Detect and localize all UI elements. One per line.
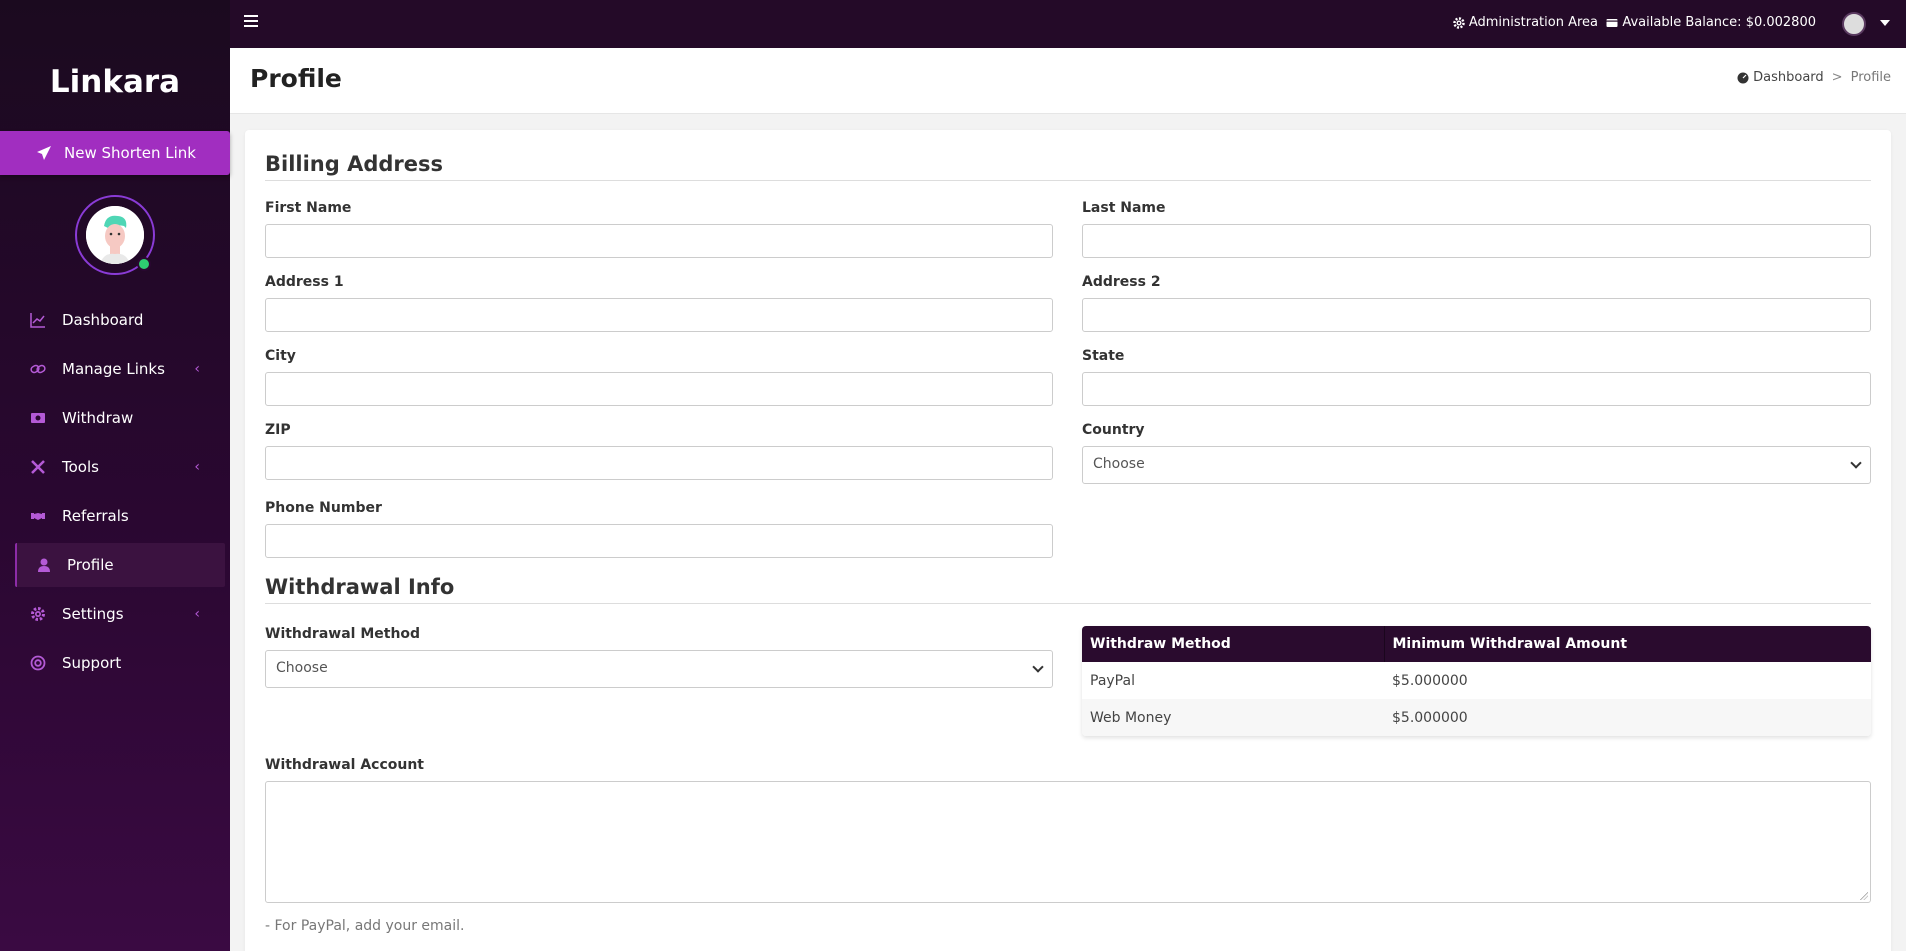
- chevron-left-icon: ‹: [194, 459, 200, 475]
- gear-icon: [1453, 16, 1465, 29]
- withdrawal-methods-table: Withdraw Method Minimum Withdrawal Amoun…: [1082, 626, 1871, 736]
- resize-handle-icon[interactable]: [1860, 892, 1868, 900]
- available-balance-label: Available Balance: $0.002800: [1622, 15, 1816, 30]
- table-row: Web Money $5.000000: [1082, 699, 1871, 736]
- new-shorten-link-label: New Shorten Link: [64, 144, 196, 162]
- sidebar-item-label: Tools: [62, 458, 99, 476]
- user-icon: [36, 557, 52, 573]
- paper-plane-icon: [37, 146, 51, 160]
- tools-icon: [30, 459, 46, 475]
- phone-number-label: Phone Number: [265, 500, 382, 516]
- country-select-value: Choose: [1093, 456, 1145, 472]
- address1-input[interactable]: [265, 298, 1053, 332]
- avatar-image: [86, 206, 144, 264]
- gear-icon: [30, 606, 46, 622]
- chevron-left-icon: ‹: [194, 361, 200, 377]
- page-title: Profile: [250, 64, 342, 93]
- breadcrumb: Dashboard > Profile: [1737, 70, 1891, 85]
- dashboard-icon: [1737, 72, 1749, 83]
- last-name-input[interactable]: [1082, 224, 1871, 258]
- sidebar-item-label: Referrals: [62, 507, 129, 525]
- state-label: State: [1082, 348, 1125, 364]
- sidebar-item-dashboard[interactable]: Dashboard: [0, 298, 230, 342]
- sidebar-item-profile[interactable]: Profile: [15, 543, 225, 587]
- city-label: City: [265, 348, 296, 364]
- table-header-row: Withdraw Method Minimum Withdrawal Amoun…: [1082, 626, 1871, 662]
- withdrawal-account-textarea[interactable]: [265, 781, 1871, 903]
- sidebar-item-withdraw[interactable]: Withdraw: [0, 396, 230, 440]
- administration-area-label: Administration Area: [1468, 15, 1598, 30]
- sidebar-nav: Dashboard Manage Links ‹ Withdraw Tools …: [0, 298, 230, 690]
- address1-label: Address 1: [265, 274, 344, 290]
- wallet-icon: [1606, 18, 1618, 27]
- chevron-left-icon: ‹: [194, 606, 200, 622]
- first-name-input[interactable]: [265, 224, 1053, 258]
- sidebar-item-label: Dashboard: [62, 311, 144, 329]
- withdrawal-account-label: Withdrawal Account: [265, 757, 425, 773]
- chevron-down-icon: [1850, 457, 1862, 469]
- table-cell-method: Web Money: [1082, 699, 1384, 736]
- sidebar-item-referrals[interactable]: Referrals: [0, 494, 230, 538]
- table-cell-method: PayPal: [1082, 662, 1384, 699]
- breadcrumb-separator: >: [1831, 70, 1843, 85]
- link-icon: [30, 361, 46, 377]
- page-header: Profile Dashboard > Profile: [230, 48, 1906, 114]
- sidebar-item-settings[interactable]: Settings ‹: [0, 592, 230, 636]
- city-input[interactable]: [265, 372, 1053, 406]
- sidebar-item-support[interactable]: Support: [0, 641, 230, 685]
- user-avatar-large[interactable]: [75, 195, 155, 275]
- administration-area-link[interactable]: Administration Area: [1453, 15, 1598, 30]
- sidebar-item-label: Profile: [67, 556, 114, 574]
- brand-logo[interactable]: Linkara: [0, 64, 230, 100]
- new-shorten-link-button[interactable]: New Shorten Link: [0, 131, 230, 175]
- lifebuoy-icon: [30, 655, 46, 671]
- zip-input[interactable]: [265, 446, 1053, 480]
- profile-form-card: Billing Address First Name Last Name Add…: [245, 130, 1891, 951]
- hamburger-menu-icon[interactable]: [244, 15, 258, 29]
- chart-line-icon: [30, 312, 46, 328]
- withdrawal-method-select[interactable]: Choose: [265, 650, 1053, 688]
- table-row: PayPal $5.000000: [1082, 662, 1871, 699]
- withdrawal-method-label: Withdrawal Method: [265, 626, 421, 642]
- table-cell-amount: $5.000000: [1384, 662, 1871, 699]
- sidebar-item-tools[interactable]: Tools ‹: [0, 445, 230, 489]
- sidebar-item-label: Settings: [62, 605, 124, 623]
- first-name-label: First Name: [265, 200, 352, 216]
- sidebar: Linkara New Shorten Link Dashboard Manag…: [0, 0, 230, 951]
- chevron-down-icon[interactable]: [1880, 20, 1890, 26]
- sidebar-item-manage-links[interactable]: Manage Links ‹: [0, 347, 230, 391]
- address2-input[interactable]: [1082, 298, 1871, 332]
- withdrawal-info-title: Withdrawal Info: [265, 575, 1871, 604]
- sidebar-item-label: Manage Links: [62, 360, 165, 378]
- withdrawal-method-value: Choose: [276, 660, 328, 676]
- money-icon: [30, 410, 46, 426]
- sidebar-item-label: Withdraw: [62, 409, 134, 427]
- withdrawal-account-hint: - For PayPal, add your email.: [265, 918, 465, 934]
- zip-label: ZIP: [265, 422, 291, 438]
- breadcrumb-dashboard-link[interactable]: Dashboard: [1753, 70, 1824, 85]
- address2-label: Address 2: [1082, 274, 1161, 290]
- phone-number-input[interactable]: [265, 524, 1053, 558]
- last-name-label: Last Name: [1082, 200, 1166, 216]
- handshake-icon: [30, 508, 46, 524]
- top-bar: Administration Area Available Balance: $…: [230, 0, 1906, 48]
- chevron-down-icon: [1032, 661, 1044, 673]
- billing-address-title: Billing Address: [265, 152, 1871, 181]
- available-balance[interactable]: Available Balance: $0.002800: [1606, 15, 1816, 30]
- country-select[interactable]: Choose: [1082, 446, 1871, 484]
- online-status-dot: [137, 257, 151, 271]
- country-label: Country: [1082, 422, 1145, 438]
- state-input[interactable]: [1082, 372, 1871, 406]
- user-avatar-small[interactable]: [1842, 12, 1866, 36]
- sidebar-item-label: Support: [62, 654, 122, 672]
- table-header-minimum-amount: Minimum Withdrawal Amount: [1384, 626, 1871, 662]
- table-cell-amount: $5.000000: [1384, 699, 1871, 736]
- table-header-withdraw-method: Withdraw Method: [1082, 626, 1385, 662]
- breadcrumb-current: Profile: [1850, 70, 1891, 85]
